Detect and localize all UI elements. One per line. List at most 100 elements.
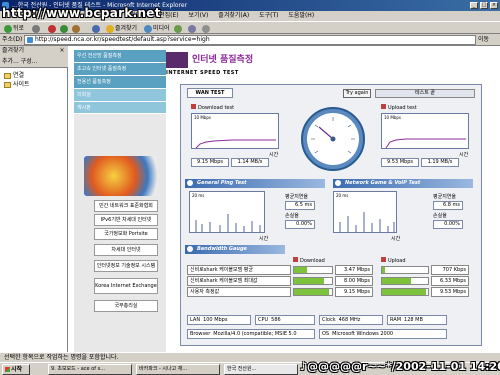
mail-button[interactable] [186, 23, 199, 34]
search-button[interactable] [90, 23, 103, 34]
site-watermark: http://www.bcpark.net [2, 6, 161, 20]
banner-next-internet[interactable]: 차세대 인터넷 [94, 244, 158, 256]
windows-logo-icon [5, 367, 10, 372]
nav-item-room[interactable]: 의회실 [74, 89, 166, 102]
folder-icon [4, 81, 11, 88]
favorites-tools[interactable]: 추가... 구성... [0, 56, 68, 68]
address-input[interactable]: http://speed.nca.or.kr/speedtest/default… [24, 35, 476, 45]
bandwidth-gauge-band: Bandwidth Gauge [185, 245, 285, 254]
history-button[interactable] [172, 23, 185, 34]
favorites-folder-sites[interactable]: 사이트 [4, 81, 30, 89]
favorites-pane-title: 즐겨찾기 [2, 47, 25, 54]
upload-bar [382, 267, 386, 273]
close-button[interactable]: × [490, 2, 498, 9]
forward-arrow-icon [32, 24, 40, 33]
download-curve [195, 139, 276, 149]
ping-icon [187, 180, 193, 186]
ping-avg-value: 6.5 ms [285, 201, 315, 210]
minimize-button[interactable]: _ [470, 2, 478, 9]
bullet-icon [191, 104, 196, 109]
banner-kix[interactable]: Korea Internet Exchange [94, 278, 158, 294]
media-button[interactable]: 미디어 [142, 23, 172, 34]
menu-favorites[interactable]: 즐겨찾기(A) [218, 12, 249, 19]
taskbar-item[interactable]: 9. 초보모드 - ace of s... [48, 364, 132, 375]
favorites-folder-links[interactable]: 연결 [4, 72, 24, 80]
spec-os: OS Microsoft Windows 2000 [319, 329, 447, 339]
test-status: 테스트 끝 [375, 89, 475, 98]
home-button[interactable] [70, 23, 83, 34]
upload-mbps: 9.53 Mbps [381, 158, 419, 167]
kiy-banner-image[interactable] [84, 156, 158, 196]
game-graph: 20 ms [333, 191, 397, 233]
nav-item-leased-line[interactable]: 전용선 품질측정 [74, 76, 166, 89]
upload-bar-track [381, 266, 429, 274]
banner-ipv6[interactable]: IPv6기반 차세대 인터넷 [94, 214, 158, 226]
spec-clock: Clock 468 MHz [319, 315, 383, 325]
gauge-face [307, 113, 359, 165]
game-loss-label: 손실율 [433, 213, 447, 219]
upload-bar-track [381, 277, 429, 285]
taskbar-item-active[interactable]: 한국 전산원... [224, 364, 298, 375]
taskbar: 시작 9. 초보모드 - ace of s... 바카파크 - 시나고 재...… [0, 360, 500, 375]
download-mbs: 1.14 MB/s [231, 158, 269, 167]
history-icon [174, 24, 182, 33]
download-value: 3.47 Mbps [335, 265, 373, 275]
try-again-button[interactable]: Try again [343, 89, 371, 98]
tab-wan-test[interactable]: WAN TEST [187, 88, 233, 98]
download-value: 9.15 Mbps [335, 287, 373, 297]
search-icon [92, 24, 100, 33]
favorites-close-button[interactable]: × [58, 47, 66, 55]
game-loss-value: 0.00% [433, 220, 463, 229]
download-bar-track [293, 266, 333, 274]
nav-item-board[interactable]: 게시판 [74, 102, 166, 114]
upload-title: Upload test [381, 104, 417, 112]
download-bar [294, 289, 329, 295]
game-test-band: Network Game & VoIP Test [333, 179, 473, 188]
start-button[interactable]: 시작 [2, 364, 30, 375]
bandwidth-row: 신비로shark 케이블모뎀 평균 3.47 Mbps 707 Kbps [187, 265, 477, 276]
maximize-button[interactable]: □ [480, 2, 488, 9]
speed-test-panel: WAN TEST Try again 테스트 끝 Download test 1… [180, 84, 482, 346]
address-label: 주소(D) [2, 36, 23, 43]
media-icon [144, 24, 152, 33]
banner-tech-system[interactable]: 인터넷정보 기술정보 시스템 [94, 260, 158, 272]
print-icon [202, 24, 210, 33]
game-spikes [339, 212, 395, 232]
page-title: 인터넷 품질측정 [192, 55, 254, 65]
upload-bar [382, 289, 426, 295]
nav-item-priority[interactable]: 우선 전산망 품질측정 [74, 50, 166, 63]
banner-portsite[interactable]: 국가정보화 Portsite [94, 228, 158, 240]
banner-pm-office[interactable]: 국무총리실 [94, 300, 158, 312]
banner-standards[interactable]: 민간 네트워크 표준화협회 [94, 200, 158, 212]
go-button[interactable]: 이동 [478, 35, 498, 45]
print-button[interactable] [200, 23, 213, 34]
mail-icon [188, 24, 196, 33]
nav-item-broadband[interactable]: 초고속 인터넷 품질측정 [74, 63, 166, 76]
upload-mbs: 1.19 MB/s [421, 158, 459, 167]
menu-edit[interactable]: 편집(E) [159, 12, 179, 19]
forward-button[interactable] [30, 23, 43, 34]
game-avg-label: 평균지연율 [433, 194, 457, 200]
menu-tools[interactable]: 도구(T) [259, 12, 278, 19]
bandwidth-row-label: 신비로shark 케이블모뎀 평균 [187, 265, 291, 275]
game-icon [335, 180, 341, 186]
bullet-icon [381, 104, 386, 109]
favorites-button[interactable]: 즐겨찾기 [104, 23, 139, 34]
ping-avg-label: 평균지연율 [285, 194, 309, 200]
bandwidth-upload-head: Upload [381, 257, 406, 265]
upload-graph: 10 Mbps [381, 113, 469, 149]
bandwidth-row: 신비로shark 케이블모뎀 최대값 8.00 Mbps 6.33 Mbps [187, 276, 477, 287]
page-content: 우선 전산망 품질측정 초고속 인터넷 품질측정 전용선 품질측정 의회실 게시… [68, 46, 500, 352]
back-button[interactable]: 뒤로 [2, 23, 26, 34]
ping-spikes [195, 214, 261, 232]
taskbar-item[interactable]: 바카파크 - 시나고 재... [136, 364, 220, 375]
menu-help[interactable]: 도움말(H) [288, 12, 314, 19]
upload-value: 6.33 Mbps [431, 276, 469, 286]
bandwidth-download-head: Download [293, 257, 325, 265]
address-url: http://speed.nca.or.kr/speedtest/default… [35, 36, 210, 43]
upload-value: 707 Kbps [431, 265, 469, 275]
menu-view[interactable]: 보기(V) [189, 12, 209, 19]
download-mbps: 9.15 Mbps [191, 158, 229, 167]
left-nav: 우선 전산망 품질측정 초고속 인터넷 품질측정 전용선 품질측정 의회실 게시… [74, 50, 166, 114]
page-subtitle: INTERNET SPEED TEST [166, 70, 239, 76]
